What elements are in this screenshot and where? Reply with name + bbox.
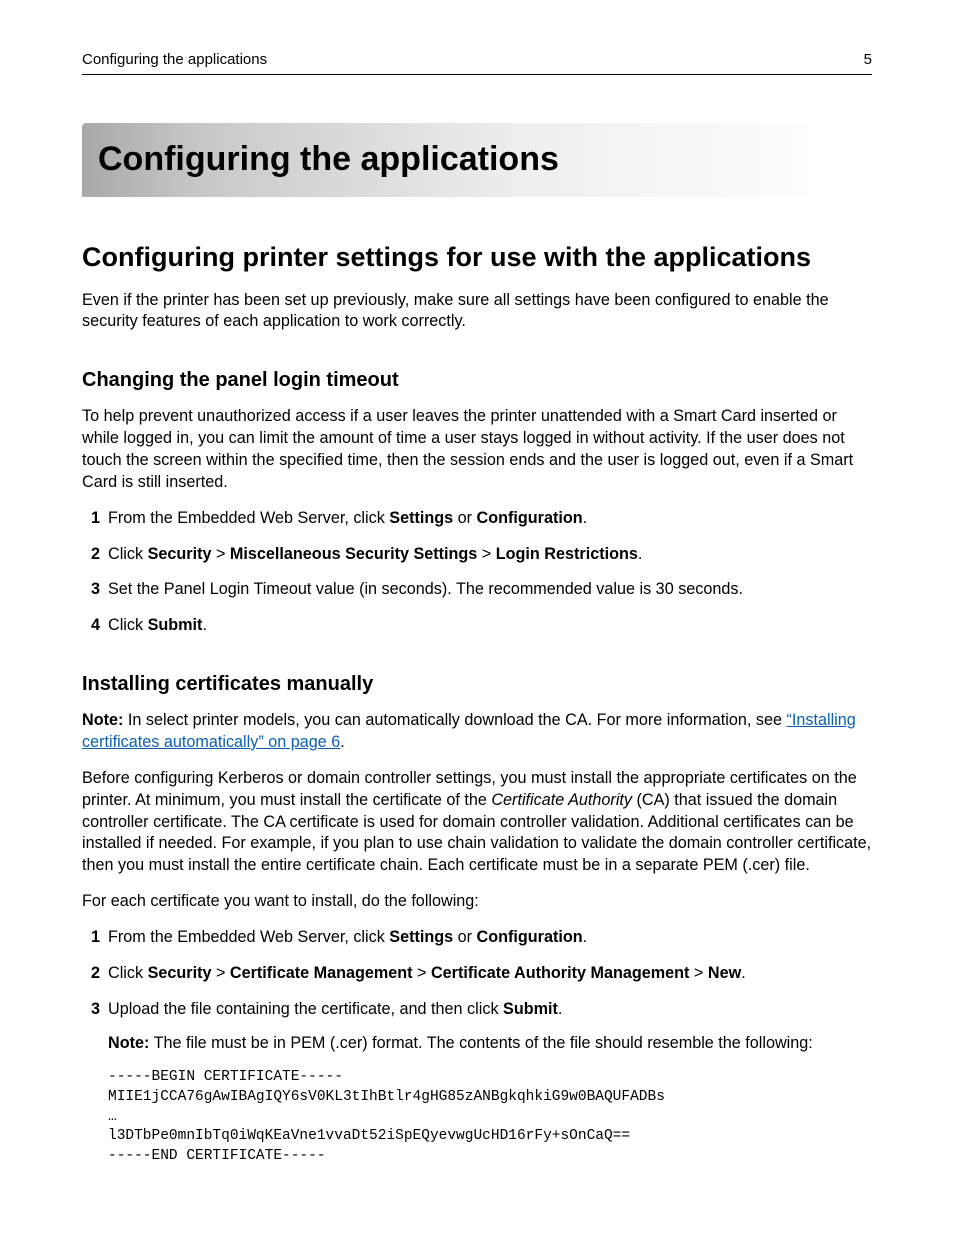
- chapter-title: Configuring the applications: [82, 123, 872, 197]
- subsection-install-certs: Installing certificates manually: [82, 671, 872, 698]
- sub2-steps: 1 From the Embedded Web Server, click Se…: [82, 927, 872, 1054]
- sub2-para3: For each certificate you want to install…: [82, 891, 872, 913]
- section-title: Configuring printer settings for use wit…: [82, 239, 872, 275]
- certificate-sample: -----BEGIN CERTIFICATE----- MIIE1jCCA76g…: [108, 1068, 872, 1166]
- list-item: 3 Set the Panel Login Timeout value (in …: [82, 579, 872, 601]
- page-number: 5: [864, 50, 872, 70]
- section-intro: Even if the printer has been set up prev…: [82, 290, 872, 334]
- list-item: 1 From the Embedded Web Server, click Se…: [82, 927, 872, 949]
- sub1-steps: 1 From the Embedded Web Server, click Se…: [82, 508, 872, 637]
- list-item: 3 Upload the file containing the certifi…: [82, 999, 872, 1055]
- sub2-note: Note: In select printer models, you can …: [82, 710, 872, 754]
- list-item: 1 From the Embedded Web Server, click Se…: [82, 508, 872, 530]
- list-item: 4 Click Submit.: [82, 615, 872, 637]
- sub2-para2: Before configuring Kerberos or domain co…: [82, 768, 872, 877]
- list-item: 2 Click Security > Miscellaneous Securit…: [82, 544, 872, 566]
- running-header: Configuring the applications 5: [82, 50, 872, 75]
- sub2-step3-note: Note: The file must be in PEM (.cer) for…: [108, 1033, 872, 1055]
- list-item: 2 Click Security > Certificate Managemen…: [82, 963, 872, 985]
- subsection-login-timeout: Changing the panel login timeout: [82, 367, 872, 394]
- sub1-intro: To help prevent unauthorized access if a…: [82, 406, 872, 493]
- header-left: Configuring the applications: [82, 50, 267, 70]
